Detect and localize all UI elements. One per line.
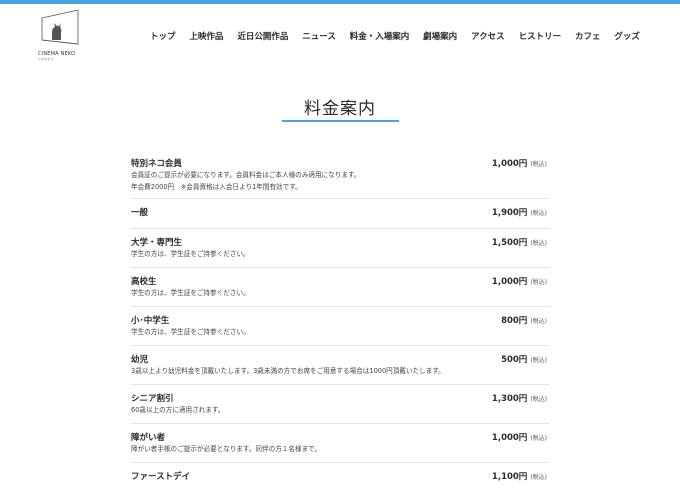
price-amount: 1,000円 — [491, 277, 528, 287]
price-row-description: 学生の方は、学生証をご持参ください。 — [131, 328, 250, 336]
price-row-description: 学生の方は、学生証をご持参ください。 — [131, 250, 250, 258]
price-tax-label: (税込) — [530, 435, 547, 442]
page-title: 料金案内 — [304, 99, 376, 119]
price-row: 障がい者 1,000円 (税込) 障がい者手帳のご提示が必要となります。同伴の方１名様… — [131, 424, 550, 463]
price-amount: 1,300円 — [491, 394, 528, 404]
price-tax-label: (税込) — [530, 210, 547, 217]
logo-cat-screen-icon — [41, 10, 79, 45]
price-tax-label: (税込) — [530, 396, 547, 403]
price-amount: 800円 — [501, 316, 528, 326]
nav-item[interactable]: 上映作品 — [189, 30, 223, 42]
price-row-name: シニア割引 — [131, 394, 174, 404]
price-tax-label: (税込) — [530, 240, 547, 247]
title-underline — [282, 120, 399, 122]
price-row-name: 高校生 — [131, 277, 157, 287]
price-row: 一般 1,900円 (税込) — [131, 199, 550, 229]
price-row-description: 年会費2000円 ※会員資格は入会日より1年間有効です。 — [131, 183, 302, 191]
nav-item[interactable]: ヒストリー — [519, 30, 562, 42]
price-amount: 1,000円 — [491, 433, 528, 443]
nav-item[interactable]: 劇場案内 — [423, 30, 457, 42]
price-row: 特別ネコ会員 1,000円 (税込) 会員証のご提示が必要になります。会員料金はご本人… — [131, 150, 550, 199]
price-row-price: 1,000円 (税込) — [492, 157, 547, 169]
price-amount: 1,500円 — [491, 238, 528, 248]
logo-subtext: シネマネコ — [38, 57, 53, 61]
global-nav: トップ 上映作品 近日公開作品 ニュース 料金・入場案内 劇場案内 アクセス ヒストリー カフェ… — [150, 30, 640, 42]
price-row-name: ファーストデイ — [131, 472, 191, 482]
price-row-price: 500円 (税込) — [501, 353, 547, 365]
price-row-price: 1,900円 (税込) — [492, 206, 547, 218]
price-row: 大学・専門生 1,500円 (税込) 学生の方は、学生証をご持参ください。 — [131, 229, 550, 268]
price-row-description: 障がい者手帳のご提示が必要となります。同伴の方１名様まで。 — [131, 445, 322, 453]
nav-item[interactable]: アクセス — [471, 30, 505, 42]
price-row-price: 1,100円 (税込) — [492, 470, 547, 482]
nav-item[interactable]: カフェ — [575, 30, 601, 42]
price-row: 幼児 500円 (税込) 3歳以上より幼児料金を頂戴いたします。3歳未満の方でお席をご… — [131, 346, 550, 385]
nav-item[interactable]: 近日公開作品 — [237, 30, 288, 42]
price-tax-label: (税込) — [530, 279, 547, 286]
price-row-name: 特別ネコ会員 — [131, 159, 182, 169]
price-row-description: 会員証のご提示が必要になります。会員料金はご本人様のみ適用になります。 — [131, 171, 361, 179]
nav-item[interactable]: トップ — [150, 30, 176, 42]
cinema-neko-logo[interactable]: CINEMA NEKO シネマネコ — [38, 10, 86, 61]
price-row-name: 幼児 — [131, 355, 149, 365]
price-amount: 1,900円 — [491, 208, 528, 218]
price-tax-label: (税込) — [530, 318, 547, 325]
price-row: 高校生 1,000円 (税込) 学生の方は、学生証をご持参ください。 — [131, 268, 550, 307]
price-row-price: 1,500円 (税込) — [492, 236, 547, 248]
price-list: 特別ネコ会員 1,000円 (税込) 会員証のご提示が必要になります。会員料金はご本人… — [131, 150, 550, 493]
price-row-description: 3歳以上より幼児料金を頂戴いたします。3歳未満の方でお席をご用意する場合は100… — [131, 367, 445, 375]
price-row: 小･中学生 800円 (税込) 学生の方は、学生証をご持参ください。 — [131, 307, 550, 346]
price-row: シニア割引 1,300円 (税込) 60歳以上の方に適用されます。 — [131, 385, 550, 424]
price-amount: 500円 — [501, 355, 528, 365]
price-row-price: 1,000円 (税込) — [492, 431, 547, 443]
price-row-price: 800円 (税込) — [501, 314, 547, 326]
nav-item[interactable]: ニュース — [302, 30, 336, 42]
price-amount: 1,100円 — [491, 472, 528, 482]
price-row-name: 一般 — [131, 208, 149, 218]
price-row-price: 1,300円 (税込) — [492, 392, 547, 404]
price-row-description: 学生の方は、学生証をご持参ください。 — [131, 289, 250, 297]
price-row-name: 障がい者 — [131, 433, 166, 443]
price-row: ファーストデイ 1,100円 (税込) — [131, 463, 550, 493]
price-row-price: 1,000円 (税込) — [492, 275, 547, 287]
price-tax-label: (税込) — [530, 357, 547, 364]
price-amount: 1,000円 — [491, 159, 528, 169]
nav-item[interactable]: グッズ — [614, 30, 640, 42]
price-row-name: 小･中学生 — [131, 316, 170, 326]
price-row-name: 大学・専門生 — [131, 238, 183, 248]
top-accent-bar — [0, 0, 680, 4]
price-row-description: 60歳以上の方に適用されます。 — [131, 406, 225, 414]
nav-item[interactable]: 料金・入場案内 — [350, 30, 410, 42]
price-tax-label: (税込) — [530, 161, 547, 168]
